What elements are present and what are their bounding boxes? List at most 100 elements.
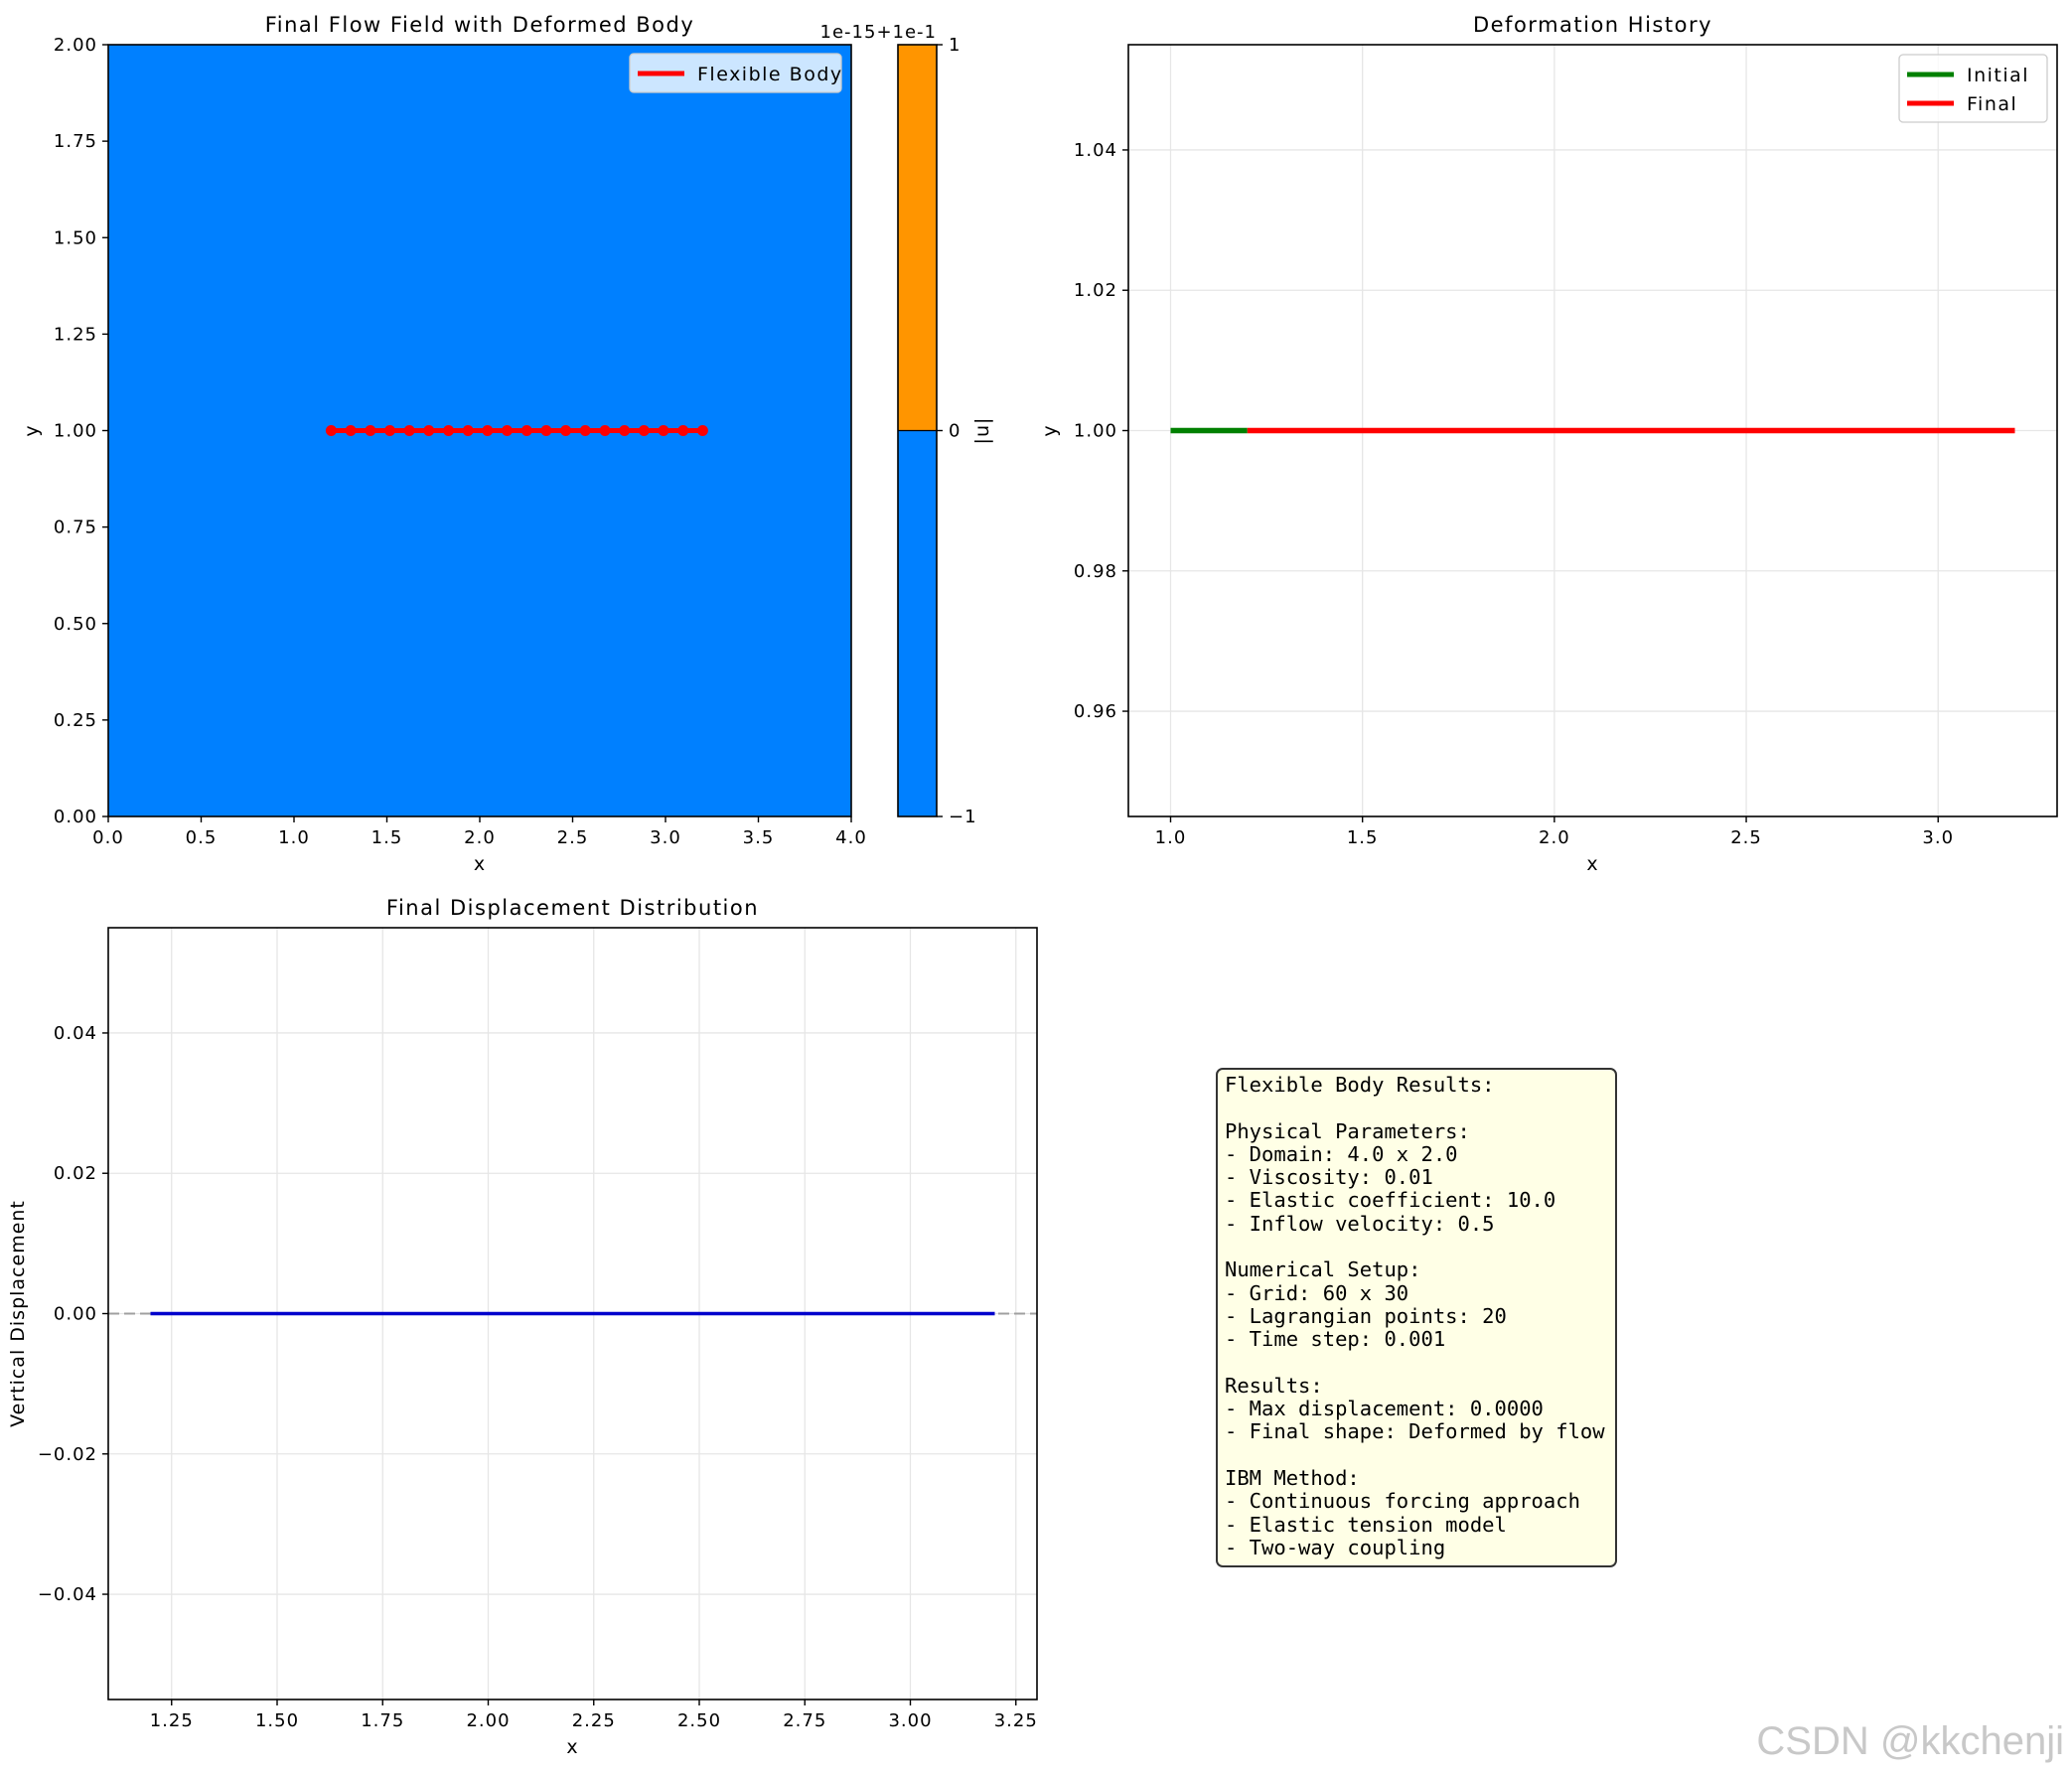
flexible-body-point [365,425,376,436]
watermark: CSDN @kkchenji [1756,1719,2064,1763]
x-tick-label: 4.0 [835,827,867,848]
colorbar-offset-text: 1e-15+1e-1 [820,22,937,43]
flexible-body-point [619,425,631,436]
x-axis-label: x [1586,853,1598,875]
flexible-body-point [520,425,532,436]
info-line: - Continuous forcing approach [1225,1489,1580,1514]
info-line: Physical Parameters: [1225,1118,1470,1143]
info-line [1225,1097,1609,1119]
y-axis-label: y [1039,424,1061,436]
y-axis-label: Vertical Displacement [7,1200,29,1427]
x-tick-label: 2.0 [1539,827,1570,848]
x-axis-label: x [474,853,486,875]
x-tick-label: 0.5 [186,827,218,848]
x-tick-label: 1.0 [278,827,310,848]
flexible-body-point [423,425,435,436]
flow-field-panel: 0.0 0.5 1.0 1.5 2.0 2.5 3.0 3.5 4.0 0.00 0.25 0.50 0… [21,13,993,875]
info-line [1225,1444,1609,1467]
y-tick-label: 1.02 [1074,280,1117,301]
flexible-body-point [462,425,474,436]
y-tick-label: 0.00 [54,807,97,827]
x-tick-label: 2.0 [464,827,496,848]
info-line: - Final shape: Deformed by flow [1225,1419,1605,1444]
x-tick-label: 1.5 [371,827,403,848]
x-tick-label: 3.0 [1922,827,1954,848]
flexible-body-point [345,425,357,436]
x-tick-label: 1.0 [1155,827,1187,848]
x-tick-label: 0.0 [92,827,124,848]
info-line: - Grid: 60 x 30 [1225,1280,1409,1305]
flexible-body-point [560,425,572,436]
y-tick-label: 1.25 [54,324,97,345]
info-line [1225,1236,1609,1258]
info-line: - Elastic coefficient: 10.0 [1225,1188,1556,1213]
y-tick-label: 0.02 [54,1163,97,1184]
x-tick-label: 2.50 [677,1710,721,1731]
flexible-body-point [403,425,415,436]
info-line: Results: [1225,1373,1323,1398]
results-info-box: Flexible Body Results: Physical Paramete… [1216,1068,1617,1568]
colorbar-upper-segment [898,45,937,431]
info-line: Flexible Body Results: [1225,1073,1495,1097]
x-tick-label: 2.75 [783,1710,826,1731]
flexible-body-point [443,425,455,436]
flexible-body-point [501,425,513,436]
info-line: IBM Method: [1225,1466,1360,1491]
y-tick-label: 0.00 [54,1304,97,1325]
y-tick-label: 1.00 [54,421,97,442]
flexible-body-point [540,425,552,436]
flexible-body-point [638,425,650,436]
y-tick-label: −0.04 [38,1584,97,1605]
x-tick-label: 1.25 [150,1710,194,1731]
colorbar-tick-label: −1 [949,807,977,827]
x-tick-label: 3.5 [743,827,775,848]
y-tick-label: −0.02 [38,1444,97,1465]
x-tick-label: 1.75 [361,1710,404,1731]
x-tick-label: 2.5 [1730,827,1762,848]
legend-label: Flexible Body [697,64,843,85]
chart-title: Final Displacement Distribution [386,896,759,920]
y-axis-label: y [21,424,43,436]
x-tick-label: 3.25 [994,1710,1038,1731]
info-line: - Elastic tension model [1225,1512,1507,1537]
y-tick-label: 1.75 [54,131,97,152]
x-tick-label: 2.5 [557,827,589,848]
figure: 0.0 0.5 1.0 1.5 2.0 2.5 3.0 3.5 4.0 0.00 0.25 0.50 0… [0,0,2072,1774]
info-line: - Inflow velocity: 0.5 [1225,1211,1495,1236]
info-line: - Lagrangian points: 20 [1225,1303,1507,1328]
x-tick-label: 3.0 [650,827,681,848]
y-tick-label: 0.50 [54,614,97,635]
info-line: - Max displacement: 0.0000 [1225,1397,1544,1421]
flexible-body-point [658,425,669,436]
y-tick-label: 1.50 [54,227,97,248]
x-tick-label: 2.00 [466,1710,510,1731]
legend-label: Final [1967,93,2017,115]
info-line: - Two-way coupling [1225,1535,1446,1559]
y-tick-label: 0.96 [1074,701,1117,722]
info-line [1225,1352,1609,1375]
flexible-body-point [599,425,611,436]
y-tick-label: 0.98 [1074,561,1117,582]
info-line: - Time step: 0.001 [1225,1327,1446,1352]
y-tick-label: 1.00 [1074,421,1117,442]
flexible-body-point [696,425,708,436]
colorbar-tick-label: 1 [949,35,961,56]
x-tick-label: 2.25 [572,1710,616,1731]
x-tick-label: 1.5 [1347,827,1379,848]
x-tick-label: 3.00 [888,1710,932,1731]
info-line: Numerical Setup: [1225,1257,1421,1282]
y-tick-label: 0.75 [54,517,97,538]
x-tick-label: 1.50 [255,1710,299,1731]
chart-title: Final Flow Field with Deformed Body [265,13,695,37]
colorbar-tick-label: 0 [949,421,961,442]
y-tick-label: 2.00 [54,35,97,56]
chart-title: Deformation History [1473,13,1712,37]
flexible-body-point [482,425,494,436]
colorbar-lower-segment [898,430,937,816]
info-line: - Viscosity: 0.01 [1225,1165,1433,1190]
x-axis-label: x [566,1736,578,1758]
flexible-body-point [383,425,395,436]
legend-label: Initial [1967,65,2029,86]
info-line: - Domain: 4.0 x 2.0 [1225,1141,1458,1166]
y-tick-label: 0.04 [54,1023,97,1044]
